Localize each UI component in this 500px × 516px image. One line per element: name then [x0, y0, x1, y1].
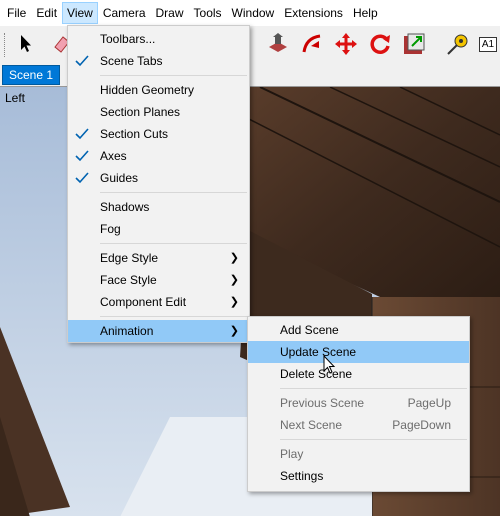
- check-icon: [75, 172, 89, 184]
- menu-item-delete-scene[interactable]: Delete Scene: [248, 363, 469, 385]
- rotate-icon[interactable]: [366, 30, 394, 58]
- view-menu: Toolbars... Scene Tabs Hidden Geometry S…: [67, 25, 250, 343]
- check-icon: [75, 128, 89, 140]
- menu-item-label: Animation: [100, 324, 154, 338]
- menu-item-face-style[interactable]: Face Style ❯: [68, 269, 249, 291]
- submenu-arrow-icon: ❯: [229, 296, 239, 308]
- view-name-label: Left: [5, 91, 26, 105]
- menu-item-next-scene[interactable]: Next Scene PageDown: [248, 414, 469, 436]
- menu-edit[interactable]: Edit: [31, 2, 62, 24]
- submenu-arrow-icon: ❯: [229, 325, 239, 337]
- menu-item-label: Play: [280, 447, 304, 461]
- menu-item-component-edit[interactable]: Component Edit ❯: [68, 291, 249, 313]
- menu-item-label: Fog: [100, 222, 121, 236]
- menu-item-label: Scene Tabs: [100, 54, 163, 68]
- menu-item-update-scene[interactable]: Update Scene: [248, 341, 469, 363]
- animation-submenu: Add Scene Update Scene Delete Scene Prev…: [247, 316, 470, 492]
- menu-item-label: Shadows: [100, 200, 150, 214]
- menu-item-label: Delete Scene: [280, 367, 353, 381]
- menu-item-label: Axes: [100, 149, 127, 163]
- menu-item-shortcut: PageUp: [407, 396, 451, 410]
- menu-item-label: Hidden Geometry: [100, 83, 195, 97]
- menu-item-toolbars[interactable]: Toolbars...: [68, 28, 249, 50]
- menu-window[interactable]: Window: [227, 2, 280, 24]
- menu-extensions[interactable]: Extensions: [279, 2, 348, 24]
- scene-tab-1[interactable]: Scene 1: [2, 65, 61, 85]
- tape-measure-icon[interactable]: [444, 30, 472, 58]
- menu-item-guides[interactable]: Guides: [68, 167, 249, 189]
- menu-item-axes[interactable]: Axes: [68, 145, 249, 167]
- scale-icon[interactable]: [400, 30, 428, 58]
- menu-draw[interactable]: Draw: [151, 2, 189, 24]
- menu-item-add-scene[interactable]: Add Scene: [248, 319, 469, 341]
- toolbar-grip[interactable]: [4, 33, 8, 57]
- check-icon: [75, 150, 89, 162]
- menu-item-scene-tabs[interactable]: Scene Tabs: [68, 50, 249, 72]
- move-icon[interactable]: [332, 30, 360, 58]
- menu-item-label: Update Scene: [280, 345, 357, 359]
- menu-item-label: Face Style: [100, 273, 157, 287]
- menu-file[interactable]: File: [2, 2, 31, 24]
- menu-separator: [100, 243, 247, 244]
- menu-item-label: Component Edit: [100, 295, 187, 309]
- menu-item-label: Guides: [100, 171, 139, 185]
- select-icon[interactable]: [12, 30, 40, 58]
- menu-item-fog[interactable]: Fog: [68, 218, 249, 240]
- dimension-icon[interactable]: A1: [476, 30, 500, 58]
- menu-camera[interactable]: Camera: [98, 2, 151, 24]
- menu-item-label: Next Scene: [280, 418, 343, 432]
- menu-separator: [100, 316, 247, 317]
- menu-item-label: Add Scene: [280, 323, 339, 337]
- menu-item-play[interactable]: Play: [248, 443, 469, 465]
- menu-item-section-planes[interactable]: Section Planes: [68, 101, 249, 123]
- menu-tools[interactable]: Tools: [189, 2, 227, 24]
- menu-separator: [280, 439, 467, 440]
- menu-item-label: Edge Style: [100, 251, 159, 265]
- menu-item-section-cuts[interactable]: Section Cuts: [68, 123, 249, 145]
- submenu-arrow-icon: ❯: [229, 252, 239, 264]
- menu-separator: [100, 75, 247, 76]
- menu-item-label: Previous Scene: [280, 396, 365, 410]
- menu-item-label: Section Planes: [100, 105, 181, 119]
- menu-separator: [280, 388, 467, 389]
- menu-bar: File Edit View Camera Draw Tools Window …: [0, 0, 500, 26]
- mouse-cursor-icon: [323, 355, 336, 374]
- push-pull-icon[interactable]: [264, 30, 292, 58]
- menu-item-settings[interactable]: Settings: [248, 465, 469, 487]
- menu-view[interactable]: View: [62, 2, 98, 24]
- menu-item-shortcut: PageDown: [392, 418, 451, 432]
- dimension-text: A1: [478, 36, 498, 52]
- menu-help[interactable]: Help: [348, 2, 383, 24]
- menu-item-edge-style[interactable]: Edge Style ❯: [68, 247, 249, 269]
- menu-item-animation[interactable]: Animation ❯: [68, 320, 249, 342]
- submenu-arrow-icon: ❯: [229, 274, 239, 286]
- menu-item-label: Toolbars...: [100, 32, 156, 46]
- menu-separator: [100, 192, 247, 193]
- follow-me-icon[interactable]: [298, 30, 326, 58]
- menu-item-label: Settings: [280, 469, 324, 483]
- menu-item-label: Section Cuts: [100, 127, 169, 141]
- check-icon: [75, 55, 89, 67]
- menu-item-shadows[interactable]: Shadows: [68, 196, 249, 218]
- menu-item-hidden-geometry[interactable]: Hidden Geometry: [68, 79, 249, 101]
- menu-item-previous-scene[interactable]: Previous Scene PageUp: [248, 392, 469, 414]
